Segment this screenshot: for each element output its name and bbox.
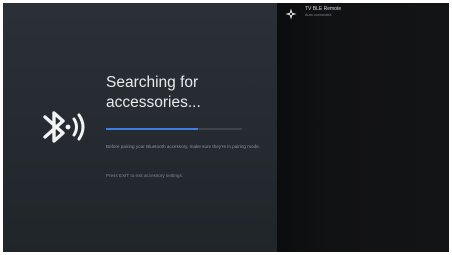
- device-list-item[interactable]: TV BLE Remote Auto connected: [283, 6, 443, 24]
- device-status: Auto connected: [305, 13, 332, 17]
- device-list-panel: [277, 3, 449, 252]
- tv-screen: Searching for accessories... Before pair…: [3, 3, 449, 252]
- bluetooth-searching-icon: [43, 111, 85, 143]
- page-title: Searching for accessories...: [106, 74, 201, 111]
- search-progress-bar: [106, 128, 242, 130]
- search-progress-fill: [106, 128, 199, 130]
- pairing-instruction: Before pairing your Bluetooth accessory,…: [106, 144, 260, 149]
- gamepad-icon: [285, 8, 297, 20]
- exit-hint: Press EXIT to exit accessory settings.: [106, 173, 184, 178]
- device-name: TV BLE Remote: [305, 6, 342, 12]
- search-panel: Searching for accessories... Before pair…: [3, 3, 277, 252]
